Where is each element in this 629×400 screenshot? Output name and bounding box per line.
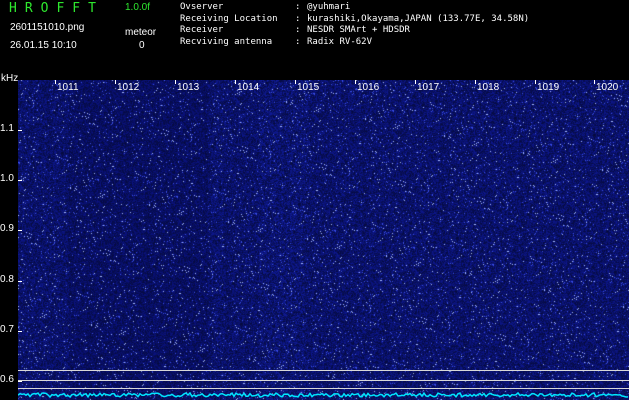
info-row-observer: Ovserver : @yuhmari bbox=[180, 2, 529, 14]
info-key: Recviving antenna bbox=[180, 37, 273, 48]
meteor-label: meteor bbox=[125, 27, 157, 38]
info-separator: : bbox=[295, 2, 301, 12]
info-separator: : bbox=[295, 37, 301, 48]
hrofft-window: HROFFT 1.0.0f 2601151010.png 26.01.15 10… bbox=[0, 0, 629, 400]
x-tickmark bbox=[175, 80, 176, 84]
x-tickmark bbox=[475, 80, 476, 84]
x-tickmark bbox=[594, 80, 595, 84]
app-title: HROFFT bbox=[9, 1, 104, 16]
info-value: Radix RV-62V bbox=[307, 37, 373, 48]
x-tickmark bbox=[415, 80, 416, 84]
info-row-antenna: Recviving antenna : Radix RV-62V bbox=[180, 37, 529, 49]
signal-trace bbox=[18, 391, 629, 399]
info-value: @yuhmari bbox=[307, 2, 351, 12]
info-value: NESDR SMArt + HDSDR bbox=[307, 25, 410, 36]
x-tickmark bbox=[55, 80, 56, 84]
info-value: kurashiki,Okayama,JAPAN (133.77E, 34.58N… bbox=[307, 13, 530, 24]
spectrogram-noise bbox=[18, 80, 629, 400]
app-version: 1.0.0f bbox=[125, 2, 151, 13]
axis-unit-label: kHz bbox=[1, 73, 19, 84]
y-tickmark bbox=[18, 381, 22, 382]
x-tick-label: 1016 bbox=[357, 82, 380, 93]
info-separator: : bbox=[295, 25, 301, 36]
x-tick-label: 1013 bbox=[177, 82, 200, 93]
x-tick-label: 1011 bbox=[57, 82, 79, 93]
x-tickmark bbox=[295, 80, 296, 84]
x-tickmark bbox=[535, 80, 536, 84]
x-tick-label: 1018 bbox=[477, 82, 500, 93]
y-tick-label: 0.9 bbox=[0, 223, 14, 234]
x-tick-label: 1014 bbox=[237, 82, 260, 93]
y-tickmark bbox=[18, 230, 22, 231]
info-key: Ovserver bbox=[180, 2, 224, 12]
y-tickmark bbox=[18, 281, 22, 282]
info-key: Receiver bbox=[180, 25, 224, 36]
y-tickmark bbox=[18, 130, 22, 131]
x-tickmark bbox=[235, 80, 236, 84]
info-row-location: Receiving Location : kurashiki,Okayama,J… bbox=[180, 14, 529, 26]
y-tickmark bbox=[18, 180, 22, 181]
timestamp: 26.01.15 10:10 bbox=[10, 40, 77, 51]
reference-line bbox=[18, 370, 629, 371]
reference-line bbox=[18, 380, 629, 381]
x-tick-label: 1019 bbox=[537, 82, 560, 93]
image-filename: 2601151010.png bbox=[10, 22, 85, 33]
info-separator: : bbox=[295, 13, 301, 24]
spectrogram bbox=[18, 80, 629, 400]
y-tick-label: 0.8 bbox=[0, 274, 14, 285]
meteor-count: 0 bbox=[139, 40, 145, 51]
y-tick-label: 0.6 bbox=[0, 374, 14, 385]
x-tick-label: 1015 bbox=[297, 82, 320, 93]
y-tickmark bbox=[18, 331, 22, 332]
station-info: Ovserver : @yuhmari Receiving Location :… bbox=[180, 2, 529, 49]
x-tickmark bbox=[355, 80, 356, 84]
y-tick-label: 1.1 bbox=[0, 123, 14, 134]
x-tick-label: 1017 bbox=[417, 82, 440, 93]
info-row-receiver: Receiver : NESDR SMArt + HDSDR bbox=[180, 25, 529, 37]
y-tick-label: 0.7 bbox=[0, 324, 14, 335]
y-tick-label: 1.0 bbox=[0, 173, 14, 184]
x-tick-label: 1012 bbox=[117, 82, 140, 93]
info-key: Receiving Location bbox=[180, 13, 278, 24]
x-tickmark bbox=[115, 80, 116, 84]
x-tick-label: 1020 bbox=[596, 82, 619, 93]
